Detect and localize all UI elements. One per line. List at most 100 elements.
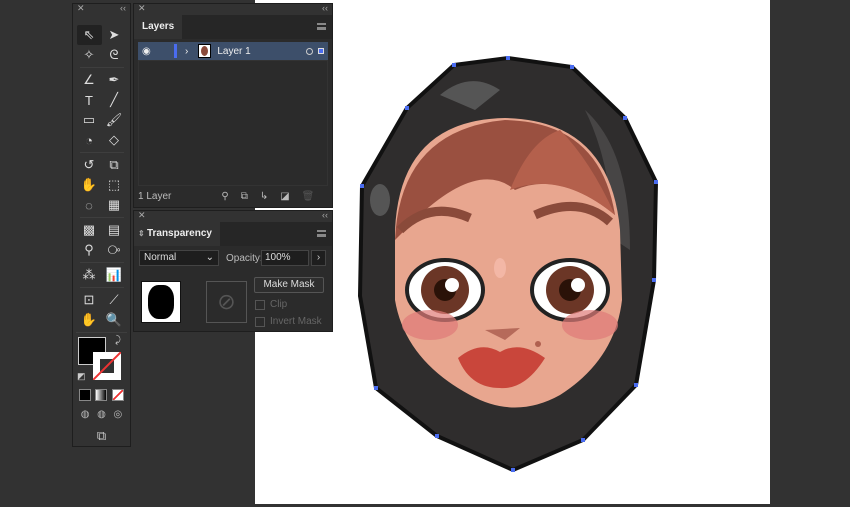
paintbrush-tool[interactable]: 🖌 — [102, 110, 127, 130]
rectangle-tool[interactable]: ▭ — [77, 110, 102, 130]
slice-tool[interactable]: ⟋ — [102, 290, 127, 310]
transparency-panel: ✕ ‹‹ ⇕ Transparency Normal ⌄ Opacity: 100%… — [133, 210, 333, 332]
selection-icon: ⇖ — [83, 27, 95, 42]
delete-layer-icon[interactable]: 🗑 — [302, 191, 315, 202]
free-transform-icon: ⬚ — [107, 177, 121, 192]
swap-icon[interactable]: ⤸ — [115, 335, 121, 346]
stroke-swatch[interactable] — [93, 352, 121, 380]
close-icon[interactable]: ✕ — [138, 210, 146, 221]
symbol-sprayer-icon: ⁂ — [82, 267, 96, 282]
magic-wand-tool[interactable]: ✧ — [77, 45, 102, 65]
create-sublayer-icon[interactable]: ↳ — [260, 191, 268, 202]
layer-name[interactable]: Layer 1 — [217, 46, 250, 57]
rectangle-icon: ▭ — [82, 112, 96, 127]
target-circle-icon[interactable] — [306, 47, 313, 55]
draw-behind-icon[interactable]: ◍ — [97, 409, 106, 420]
zoom-icon: 🔍 — [105, 312, 123, 327]
hand-tool[interactable]: ✋ — [77, 310, 102, 330]
lasso-tool[interactable]: ᘓ — [102, 45, 127, 65]
blend-mode-select[interactable]: Normal ⌄ — [139, 250, 219, 266]
tab-transparency[interactable]: ⇕ Transparency — [134, 222, 220, 246]
close-icon[interactable]: ✕ — [77, 3, 85, 14]
layer-color-bar — [174, 44, 177, 58]
color-mode-icon[interactable] — [79, 389, 92, 401]
free-transform-tool[interactable]: ⬚ — [102, 175, 127, 195]
mask-thumbnail[interactable]: ⊘ — [206, 281, 247, 323]
paintbrush-icon: 🖌 — [105, 112, 123, 127]
eyedropper-icon: ⚲ — [84, 242, 94, 257]
column-graph-tool[interactable]: 📊 — [102, 265, 127, 285]
pen-tool[interactable]: ✒ — [102, 70, 127, 90]
selection-tool[interactable]: ⇖ — [76, 25, 102, 45]
line-tool[interactable]: ╱ — [102, 90, 127, 110]
screen-mode-icon[interactable]: ⧉ — [73, 428, 130, 444]
puppet-warp-icon: ✋ — [80, 177, 98, 192]
shaper-icon: ◔ — [85, 132, 93, 148]
visibility-eye-icon[interactable]: ◉ — [142, 46, 156, 57]
slice-icon: ⟋ — [109, 292, 119, 307]
rotate-tool[interactable]: ↺ — [77, 155, 102, 175]
create-new-layer-icon[interactable]: ◪ — [280, 191, 289, 202]
blend-icon: ⧂ — [107, 242, 121, 257]
perspective-grid-tool[interactable]: ▦ — [102, 195, 127, 215]
chevron-down-icon: ⌄ — [205, 252, 214, 263]
shaper-tool[interactable]: ◔ — [77, 130, 102, 150]
collapse-icon[interactable]: ‹‹ — [322, 3, 328, 13]
selection-indicator[interactable] — [318, 48, 324, 54]
expand-chevron-icon[interactable]: › — [185, 46, 188, 57]
layers-panel: ✕ ‹‹ Layers ◉ › Layer 1 1 Layer ⚲ ⧉ ↳ ◪ 🗑 — [133, 3, 333, 208]
make-clipping-mask-icon[interactable]: ⧉ — [241, 191, 248, 202]
invert-mask-checkbox[interactable]: Invert Mask — [255, 316, 322, 327]
scale-icon: ⧉ — [109, 157, 119, 172]
lasso-icon: ᘓ — [109, 47, 119, 62]
tab-layers[interactable]: Layers — [134, 15, 183, 39]
curvature-icon: ∠ — [83, 72, 95, 87]
perspective-grid-icon: ▦ — [107, 197, 121, 212]
direct-selection-tool[interactable]: ➤ — [102, 25, 127, 45]
artboard-tool[interactable]: ⊡ — [77, 290, 102, 310]
default-colors-icon[interactable]: ◩ — [77, 371, 86, 382]
object-thumbnail[interactable] — [141, 281, 181, 323]
clip-checkbox[interactable]: Clip — [255, 299, 287, 310]
type-icon: T — [85, 92, 93, 108]
symbol-sprayer-tool[interactable]: ⁂ — [77, 265, 102, 285]
direct-selection-icon: ➤ — [108, 27, 120, 42]
draw-inside-icon[interactable]: ◎ — [113, 409, 122, 420]
gradient-mode-icon[interactable] — [95, 389, 108, 401]
zoom-tool[interactable]: 🔍 — [102, 310, 127, 330]
no-mask-icon: ⊘ — [217, 289, 236, 314]
rotate-icon: ↺ — [83, 157, 95, 172]
artboard-icon: ⊡ — [83, 292, 95, 307]
eyedropper-tool[interactable]: ⚲ — [77, 240, 102, 260]
collapse-icon[interactable]: ‹‹ — [120, 3, 126, 13]
mesh-icon: ▩ — [82, 222, 96, 237]
tools-panel: ✕ ‹‹ ⇖ ➤ ✧ ᘓ ∠ ✒ T ╱ ▭ 🖌 ◔ ◇ ↺ ⧉ ✋ ⬚ ◌ ▦ ▩ ▤ ⚲ ⧂ ⁂ 📊 ⊡ ⟋ ✋ 🔍 ⤸ ◩ ◍ ◍ ◎… — [72, 3, 131, 447]
type-tool[interactable]: T — [77, 90, 102, 110]
gradient-tool[interactable]: ▤ — [102, 220, 127, 240]
pen-icon: ✒ — [108, 72, 120, 87]
eraser-icon: ◇ — [109, 132, 119, 147]
eraser-tool[interactable]: ◇ — [102, 130, 127, 150]
opacity-slider-button[interactable]: › — [311, 250, 326, 266]
panel-menu-icon[interactable] — [317, 230, 326, 237]
scale-tool[interactable]: ⧉ — [102, 155, 127, 175]
locate-object-icon[interactable]: ⚲ — [221, 191, 228, 202]
collapse-icon[interactable]: ‹‹ — [322, 210, 328, 220]
close-icon[interactable]: ✕ — [138, 3, 146, 14]
shape-builder-tool[interactable]: ◌ — [77, 195, 102, 215]
stepper-icon: ⇕ — [138, 229, 147, 238]
curvature-tool[interactable]: ∠ — [77, 70, 102, 90]
opacity-input[interactable]: 100% — [261, 250, 309, 266]
draw-normal-icon[interactable]: ◍ — [81, 409, 90, 420]
make-mask-button[interactable]: Make Mask — [254, 277, 324, 293]
blend-tool[interactable]: ⧂ — [102, 240, 127, 260]
hand-icon: ✋ — [80, 312, 98, 327]
gradient-icon: ▤ — [107, 222, 121, 237]
mesh-tool[interactable]: ▩ — [77, 220, 102, 240]
puppet-warp-tool[interactable]: ✋ — [77, 175, 102, 195]
layer-count: 1 Layer — [138, 190, 172, 202]
panel-menu-icon[interactable] — [317, 23, 326, 30]
shape-builder-icon: ◌ — [85, 197, 93, 213]
layer-row[interactable]: ◉ › Layer 1 — [138, 42, 328, 60]
none-mode-icon[interactable] — [111, 389, 124, 401]
